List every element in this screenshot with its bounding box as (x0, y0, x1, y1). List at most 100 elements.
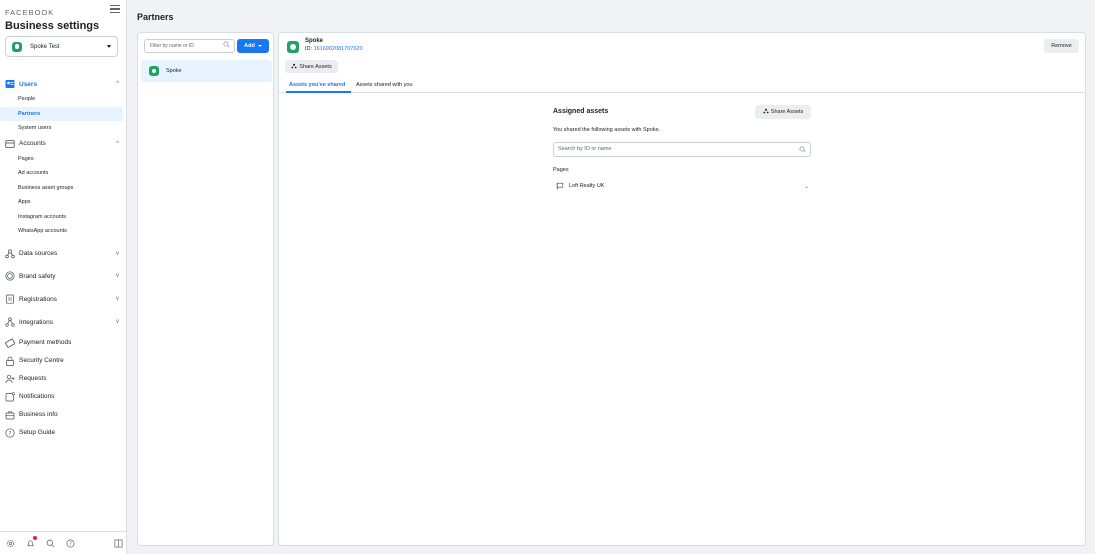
nav-item-people[interactable]: People (0, 92, 123, 107)
page-title: Partners (137, 12, 174, 22)
data-sources-icon (5, 249, 15, 259)
chevron-down-icon: v (116, 273, 119, 279)
partner-id-prefix: ID: (305, 46, 314, 52)
nav-section-label: Data sources (19, 250, 58, 257)
accounts-icon (5, 139, 15, 149)
nav-item-requests[interactable]: Requests (0, 370, 127, 388)
nav-item-whatsapp-accounts[interactable]: WhatsApp accounts (0, 224, 123, 239)
filter-placeholder: Filter by name or ID (150, 43, 194, 49)
nav-section-label: Security Centre (19, 357, 64, 364)
nav-item-business-asset-groups[interactable]: Business asset groups (0, 181, 123, 196)
chevron-up-icon: ^ (116, 140, 119, 147)
asset-tabs: Assets you've shared Assets shared with … (279, 78, 1085, 93)
requests-icon (5, 374, 15, 384)
settings-gear-icon[interactable] (6, 538, 15, 548)
registrations-icon (5, 294, 15, 304)
nav-item-business-info[interactable]: Business info (0, 406, 127, 424)
sidebar-footer: ? (0, 531, 127, 554)
chevron-down-icon[interactable]: ⌄ (804, 183, 809, 190)
caret-down-icon (107, 45, 111, 48)
business-account-selector[interactable]: Spoke Test (5, 36, 118, 57)
nav-item-notifications[interactable]: Notifications (0, 388, 127, 406)
sidebar: FACEBOOK Business settings Spoke Test Us… (0, 0, 127, 554)
list-item[interactable]: Spoke (141, 60, 272, 82)
nav-section-label: Business info (19, 411, 58, 418)
nav-item-pages[interactable]: Pages (0, 152, 123, 167)
remove-button[interactable]: Remove (1044, 39, 1079, 53)
asset-search-input[interactable]: Search by ID or name (553, 142, 811, 157)
tab-assets-you-shared[interactable]: Assets you've shared (289, 82, 345, 88)
pages-label: Pages (553, 167, 569, 173)
spoke-logo-icon (149, 66, 159, 76)
help-icon[interactable]: ? (66, 538, 75, 548)
tab-assets-shared-with-you[interactable]: Assets shared with you (356, 82, 413, 88)
nav-section-users[interactable]: Users ^ (0, 76, 127, 92)
share-assets-button[interactable]: Share Assets (755, 105, 811, 119)
nav-section-integrations[interactable]: Integrations v (0, 311, 127, 334)
list-item[interactable]: Loft Realty UK ⌄ (553, 179, 811, 193)
nav-section-label: Setup Guide (19, 429, 56, 436)
spoke-logo-icon (287, 41, 299, 53)
integrations-icon (5, 317, 15, 327)
nav-section-label: Brand safety (19, 272, 56, 280)
nav-section-label: Users (19, 80, 38, 88)
nav-item-setup-guide[interactable]: ? Setup Guide (0, 424, 127, 442)
nav-section-label: Requests (19, 375, 47, 382)
page-name: Loft Realty UK (569, 183, 605, 189)
chevron-up-icon: ^ (116, 81, 119, 87)
add-label: Add (244, 43, 255, 49)
nav-item-partners[interactable]: Partners (0, 106, 123, 121)
nav-section-accounts[interactable]: Accounts ^ (0, 136, 127, 152)
partner-detail-panel: Spoke ID: 1616902081707620 Remove Share … (278, 32, 1086, 546)
shared-description: You shared the following assets with Spo… (553, 127, 661, 133)
hamburger-menu-icon[interactable] (110, 5, 120, 15)
share-assets-button[interactable]: Share Assets (285, 60, 338, 73)
search-icon (799, 144, 806, 157)
partner-name: Spoke (166, 68, 182, 74)
account-name: Spoke Test (30, 43, 60, 50)
nav-item-apps[interactable]: Apps (0, 195, 123, 210)
notifications-bell-icon[interactable] (26, 536, 37, 548)
brand-safety-icon (5, 271, 15, 281)
nav-item-payment-methods[interactable]: Payment methods (0, 334, 127, 352)
share-assets-label: Share Assets (770, 109, 804, 115)
notification-badge (33, 536, 37, 540)
share-icon (763, 108, 769, 116)
svg-text:?: ? (69, 541, 72, 547)
caret-down-icon (257, 45, 262, 47)
nav-section-label: Accounts (19, 140, 46, 147)
add-partner-button[interactable]: Add (237, 39, 269, 53)
facebook-brand: FACEBOOK (5, 8, 55, 17)
lock-icon (5, 356, 15, 366)
svg-text:?: ? (9, 431, 12, 437)
nav-item-ad-accounts[interactable]: Ad accounts (0, 166, 123, 181)
chevron-down-icon: v (116, 250, 119, 257)
search-icon[interactable] (46, 538, 55, 548)
panel-toggle-icon[interactable] (114, 538, 123, 548)
search-icon (223, 41, 230, 53)
filter-input[interactable]: Filter by name or ID (144, 39, 235, 53)
partner-id-value[interactable]: 1616902081707620 (314, 46, 363, 52)
chevron-down-icon: v (116, 296, 119, 302)
partner-list-panel: Filter by name or ID Add Spoke (137, 32, 274, 546)
flag-icon (556, 182, 564, 190)
payment-icon (5, 338, 15, 348)
active-tab-indicator (286, 91, 351, 93)
search-placeholder: Search by ID or name (558, 146, 612, 152)
nav-section-label: Payment methods (19, 339, 72, 346)
nav-section-data-sources[interactable]: Data sources v (0, 243, 127, 265)
nav-section-label: Integrations (19, 318, 53, 326)
nav-section-registrations[interactable]: Registrations v (0, 288, 127, 311)
nav-item-system-users[interactable]: System users (0, 121, 123, 136)
sidebar-nav: Users ^ People Partners System users Acc… (0, 76, 127, 442)
share-icon (291, 63, 297, 71)
chevron-down-icon: v (116, 319, 119, 325)
help-icon: ? (5, 427, 15, 438)
partner-id: ID: 1616902081707620 (305, 46, 363, 52)
nav-section-label: Notifications (19, 393, 55, 400)
nav-item-security-centre[interactable]: Security Centre (0, 352, 127, 370)
assigned-assets-title: Assigned assets (553, 108, 609, 115)
notifications-icon (5, 391, 15, 402)
nav-section-brand-safety[interactable]: Brand safety v (0, 265, 127, 288)
nav-item-instagram-accounts[interactable]: Instagram accounts (0, 210, 123, 225)
